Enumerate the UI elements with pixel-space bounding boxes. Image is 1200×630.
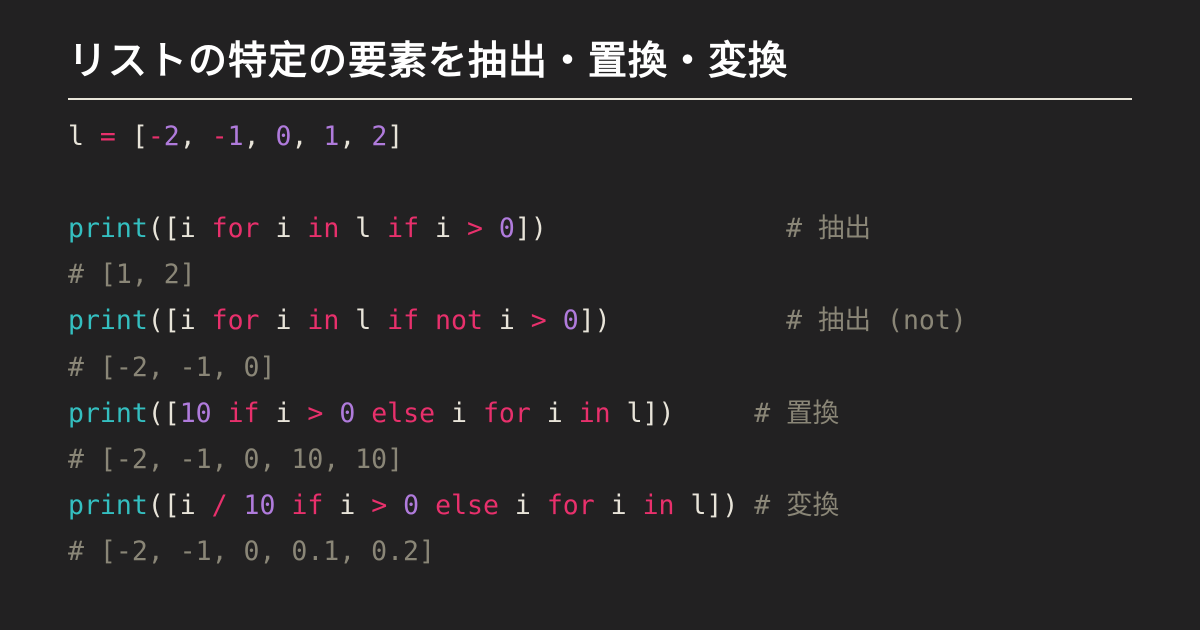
code-token: - [212, 121, 228, 152]
code-token: # [-2, -1, 0, 10, 10] [68, 444, 403, 475]
code-token: in [307, 213, 339, 244]
code-token: # 変換 [754, 490, 839, 521]
code-token: i [595, 490, 643, 521]
page-title: リストの特定の要素を抽出・置換・変換 [68, 30, 1132, 100]
code-token: in [579, 398, 611, 429]
code-block: l = [-2, -1, 0, 1, 2] print([i for i in … [68, 114, 1132, 575]
code-token: ([i [148, 490, 212, 521]
code-token: / [212, 490, 228, 521]
code-token: i [259, 213, 307, 244]
code-token: > [531, 305, 547, 336]
code-token: ([ [148, 398, 180, 429]
code-token [387, 490, 403, 521]
code-token: 1 [228, 121, 244, 152]
code-line: print([i for i in l if i > 0]) # 抽出 [68, 206, 1132, 252]
code-token: print [68, 213, 148, 244]
code-token [483, 213, 499, 244]
code-token: ]) [579, 305, 786, 336]
code-token: , [180, 121, 212, 152]
code-token: l]) [611, 398, 755, 429]
code-token: if [387, 213, 419, 244]
code-token: > [371, 490, 387, 521]
code-token: print [68, 490, 148, 521]
code-token: , [244, 121, 276, 152]
code-token: i [419, 213, 467, 244]
code-token: ([i [148, 305, 212, 336]
code-token: # [-2, -1, 0] [68, 352, 275, 383]
code-token [547, 305, 563, 336]
code-line [68, 160, 1132, 206]
code-token [355, 398, 371, 429]
code-token: [ [116, 121, 148, 152]
code-token: l]) [674, 490, 754, 521]
code-token: # [1, 2] [68, 259, 196, 290]
code-token: i [531, 398, 579, 429]
code-token: 0 [339, 398, 355, 429]
code-line: # [-2, -1, 0, 0.1, 0.2] [68, 529, 1132, 575]
code-token: i [260, 398, 308, 429]
code-token: i [323, 490, 371, 521]
code-token: else [435, 490, 499, 521]
code-token: l [339, 213, 387, 244]
code-token: > [467, 213, 483, 244]
code-token [419, 305, 435, 336]
code-token: , [339, 121, 371, 152]
code-token: print [68, 305, 148, 336]
code-token: not [435, 305, 483, 336]
code-token: 10 [244, 490, 276, 521]
code-token: i [483, 305, 531, 336]
code-token: for [212, 213, 260, 244]
code-token [228, 490, 244, 521]
code-token: i [499, 490, 547, 521]
code-token: # [-2, -1, 0, 0.1, 0.2] [68, 536, 435, 567]
code-token: # 抽出 (not) [786, 305, 967, 336]
code-token: - [148, 121, 164, 152]
code-token: 0 [499, 213, 515, 244]
code-line: print([10 if i > 0 else i for i in l]) #… [68, 391, 1132, 437]
code-token: , [292, 121, 324, 152]
code-token: if [387, 305, 419, 336]
code-token: for [212, 305, 260, 336]
code-token: for [483, 398, 531, 429]
code-token: ]) [515, 213, 786, 244]
code-token: if [291, 490, 323, 521]
code-token: # 置換 [754, 398, 839, 429]
code-token: print [68, 398, 148, 429]
code-line: print([i / 10 if i > 0 else i for i in l… [68, 483, 1132, 529]
code-token: l [68, 121, 100, 152]
code-line: l = [-2, -1, 0, 1, 2] [68, 114, 1132, 160]
code-token [275, 490, 291, 521]
code-token: 0 [563, 305, 579, 336]
code-token: i [435, 398, 483, 429]
code-line: # [1, 2] [68, 252, 1132, 298]
code-token [323, 398, 339, 429]
code-token [419, 490, 435, 521]
code-token: > [307, 398, 323, 429]
code-token: 0 [276, 121, 292, 152]
code-token: in [307, 305, 339, 336]
code-token: ([i [148, 213, 212, 244]
code-token: = [100, 121, 116, 152]
code-line: print([i for i in l if not i > 0]) # 抽出 … [68, 298, 1132, 344]
code-token [212, 398, 228, 429]
code-token: 0 [403, 490, 419, 521]
code-token: in [643, 490, 675, 521]
code-token: 1 [323, 121, 339, 152]
code-token: ] [387, 121, 403, 152]
code-token: i [259, 305, 307, 336]
code-token: for [547, 490, 595, 521]
code-line: # [-2, -1, 0, 10, 10] [68, 437, 1132, 483]
code-token: 10 [180, 398, 212, 429]
code-line: # [-2, -1, 0] [68, 345, 1132, 391]
code-token: if [228, 398, 260, 429]
document-root: リストの特定の要素を抽出・置換・変換 l = [-2, -1, 0, 1, 2]… [0, 0, 1200, 575]
code-token: l [339, 305, 387, 336]
code-token: # 抽出 [786, 213, 871, 244]
code-token: 2 [371, 121, 387, 152]
code-token: 2 [164, 121, 180, 152]
code-token: else [371, 398, 435, 429]
